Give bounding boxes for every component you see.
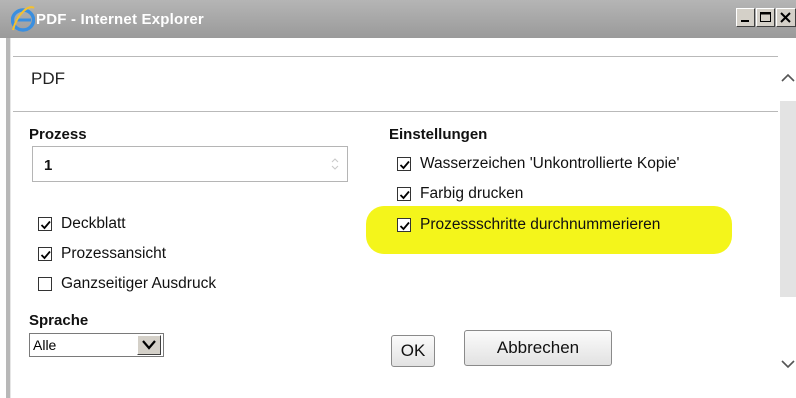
checkbox[interactable] [397, 157, 411, 171]
checkbox-label: Prozessschritte durchnummerieren [420, 216, 661, 233]
checkbox[interactable] [38, 247, 52, 261]
checkbox-label: Prozessansicht [61, 245, 167, 262]
checkbox-prozessansicht[interactable]: Prozessansicht [38, 244, 166, 264]
checkbox-label: Wasserzeichen 'Unkontrollierte Kopie' [420, 155, 680, 172]
checkbox[interactable] [397, 187, 411, 201]
checkbox-deckblatt[interactable]: Deckblatt [38, 214, 126, 234]
sprache-select[interactable]: Alle [29, 333, 164, 357]
checkbox-label: Ganzseitiger Ausdruck [61, 275, 217, 292]
sprache-label: Sprache [29, 312, 89, 329]
checkmark-icon [399, 160, 410, 170]
window-border-inner [10, 38, 11, 398]
prozess-number-input[interactable]: 1 [32, 146, 348, 182]
checkbox-prozessschritte-durchnummerieren[interactable]: Prozessschritte durchnummerieren [397, 215, 660, 235]
sprache-selected-value: Alle [33, 337, 57, 353]
chevron-up-icon [781, 73, 795, 82]
chevron-down-icon [781, 360, 795, 369]
maximize-icon [760, 12, 771, 22]
checkbox[interactable] [397, 218, 411, 232]
checkmark-icon [40, 220, 51, 230]
cancel-button[interactable]: Abbrechen [464, 330, 612, 366]
prozess-value: 1 [44, 157, 53, 174]
checkbox-wasserzeichen[interactable]: Wasserzeichen 'Unkontrollierte Kopie' [397, 154, 680, 174]
title-bar[interactable]: PDF - Internet Explorer [0, 0, 796, 38]
scroll-up-button[interactable] [780, 70, 796, 86]
checkbox-label: Deckblatt [61, 215, 126, 232]
divider [13, 56, 778, 57]
checkbox[interactable] [38, 217, 52, 231]
page-title: PDF [31, 69, 65, 88]
minimize-button[interactable] [736, 8, 755, 27]
ok-button[interactable]: OK [391, 335, 435, 367]
spinner-icon[interactable] [329, 157, 341, 171]
internet-explorer-icon [10, 6, 36, 32]
checkmark-icon [399, 190, 410, 200]
einstellungen-label: Einstellungen [389, 126, 488, 143]
checkbox-farbig-drucken[interactable]: Farbig drucken [397, 184, 523, 204]
window-title: PDF - Internet Explorer [36, 11, 204, 28]
checkmark-icon [399, 221, 410, 231]
scroll-down-button[interactable] [780, 356, 796, 372]
dropdown-button[interactable] [137, 335, 161, 355]
scrollbar-thumb[interactable] [780, 101, 796, 297]
close-button[interactable] [776, 8, 796, 27]
maximize-button[interactable] [756, 8, 775, 27]
divider [13, 111, 778, 112]
checkmark-icon [40, 250, 51, 260]
checkbox-ganzseitiger-ausdruck[interactable]: Ganzseitiger Ausdruck [38, 274, 216, 294]
prozess-label: Prozess [29, 126, 87, 143]
checkbox[interactable] [38, 277, 52, 291]
chevron-down-icon [142, 340, 156, 350]
minimize-icon [741, 20, 749, 22]
close-icon [780, 12, 791, 23]
checkbox-label: Farbig drucken [420, 185, 524, 202]
